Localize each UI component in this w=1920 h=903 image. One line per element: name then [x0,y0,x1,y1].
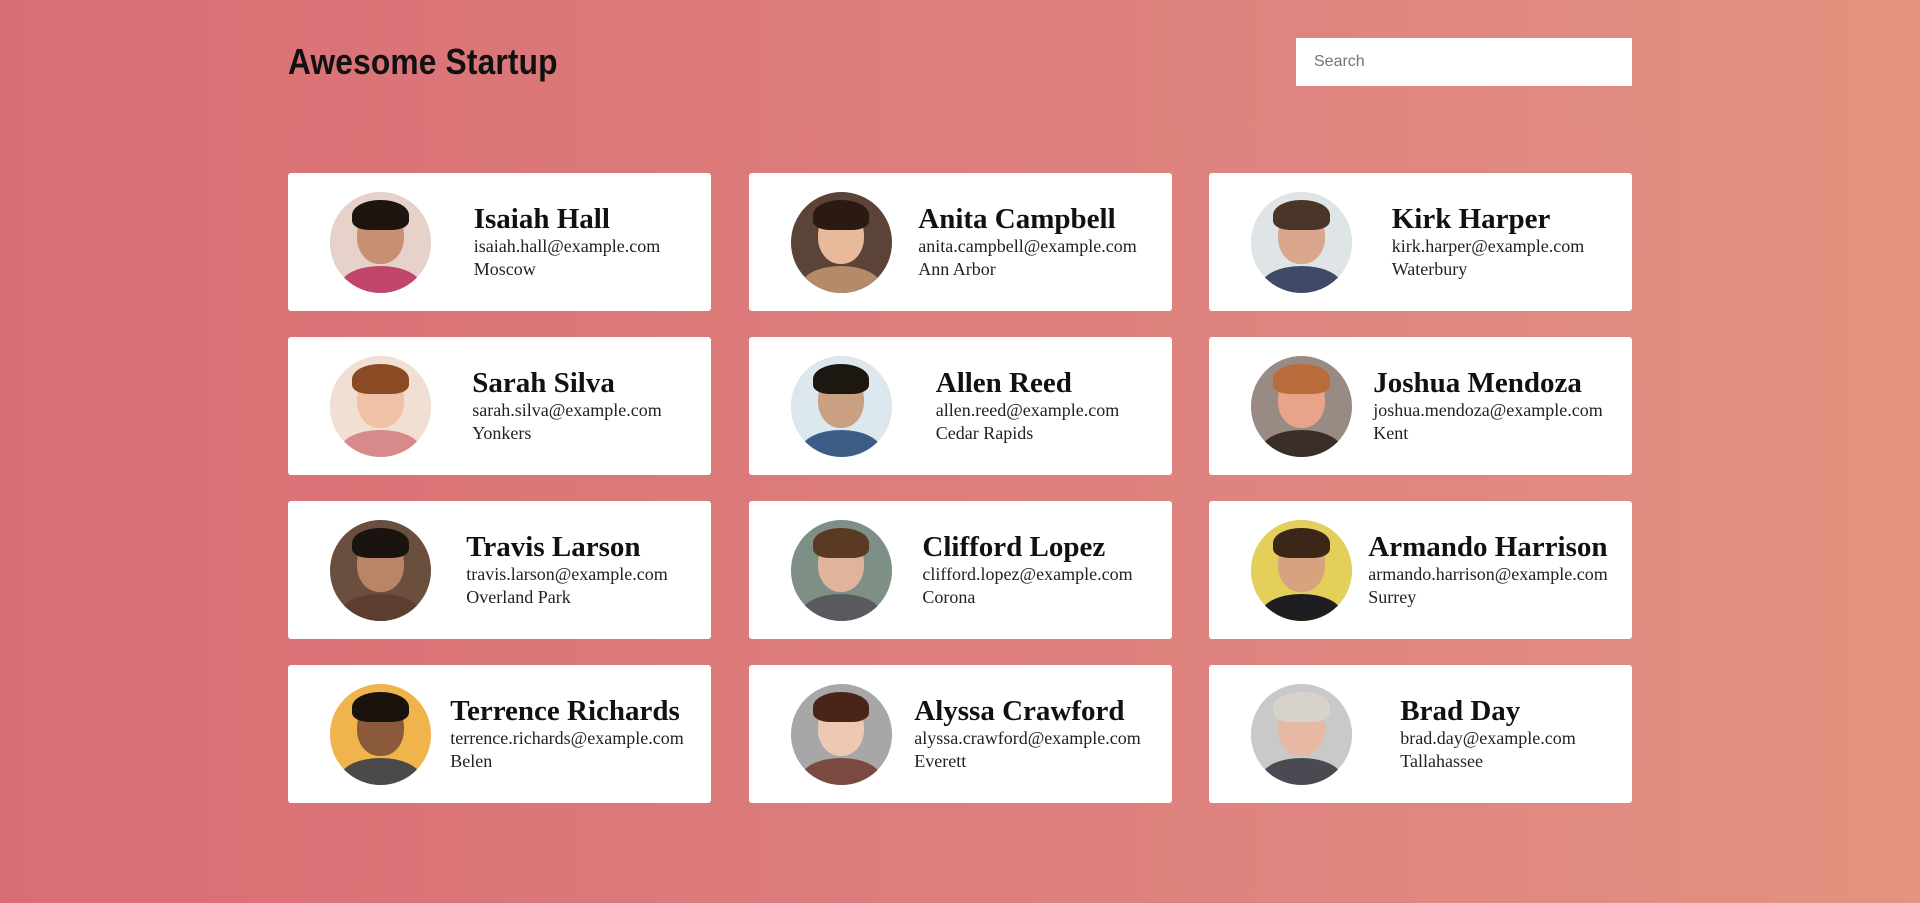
employee-city: Belen [450,751,493,771]
employee-name: Clifford Lopez [922,531,1106,563]
employee-email: terrence.richards@example.com [450,728,684,748]
avatar-hair [352,527,409,558]
employee-email: alyssa.crawford@example.com [914,728,1141,748]
employee-card[interactable]: Terrence Richards terrence.richards@exam… [288,665,711,803]
avatar-hair [1273,199,1330,230]
employee-email: anita.campbell@example.com [918,236,1137,256]
avatar [790,683,892,785]
employee-card[interactable]: Allen Reed allen.reed@example.com Cedar … [748,337,1172,475]
employee-name: Kirk Harper [1391,203,1551,235]
avatar [790,191,892,293]
employee-city: Cedar Rapids [935,423,1034,443]
employee-email: isaiah.hall@example.com [473,236,661,256]
employee-email: armando.harrison@example.com [1368,564,1608,584]
employee-name: Armando Harrison [1368,531,1608,563]
employee-city: Overland Park [466,587,571,607]
employee-name: Sarah Silva [472,367,615,399]
employee-card[interactable]: Alyssa Crawford alyssa.crawford@example.… [748,665,1172,803]
avatar-hair [352,363,409,394]
avatar-hair [352,691,409,722]
employee-info: Sarah Silva sarah.silva@example.com Yonk… [431,367,703,445]
employee-name: Joshua Mendoza [1373,367,1582,399]
employee-name: Allen Reed [935,367,1072,399]
employee-card[interactable]: Joshua Mendoza joshua.mendoza@example.co… [1209,337,1632,475]
employee-info: Terrence Richards terrence.richards@exam… [431,695,703,773]
employee-email: joshua.mendoza@example.com [1373,400,1603,420]
employee-email: allen.reed@example.com [935,400,1120,420]
employee-city: Yonkers [472,423,532,443]
avatar [330,355,431,457]
avatar [790,355,892,457]
header: Awesome Startup [288,38,1632,86]
avatar [330,519,431,621]
avatar [1251,355,1352,457]
employee-name: Brad Day [1400,695,1521,727]
avatar-hair [352,199,409,230]
employee-info: Kirk Harper kirk.harper@example.com Wate… [1352,203,1624,281]
employee-info: Clifford Lopez clifford.lopez@example.co… [892,531,1164,609]
avatar [1251,519,1352,621]
employee-card[interactable]: Armando Harrison armando.harrison@exampl… [1209,501,1632,639]
employee-grid: Isaiah Hall isaiah.hall@example.com Mosc… [288,173,1632,803]
employee-name: Terrence Richards [450,695,680,727]
avatar-hair [812,363,870,394]
employee-info: Alyssa Crawford alyssa.crawford@example.… [892,695,1164,773]
employee-email: travis.larson@example.com [466,564,668,584]
employee-name: Travis Larson [466,531,641,563]
employee-city: Moscow [473,259,536,279]
employee-city: Everett [914,751,967,771]
employee-city: Corona [922,587,976,607]
avatar [330,683,431,785]
avatar-hair [1273,527,1330,558]
avatar [1251,191,1352,293]
avatar-hair [1273,691,1330,722]
avatar-hair [812,691,870,722]
employee-info: Isaiah Hall isaiah.hall@example.com Mosc… [431,203,703,281]
employee-info: Anita Campbell anita.campbell@example.co… [892,203,1164,281]
employee-name: Alyssa Crawford [914,695,1125,727]
employee-city: Tallahassee [1400,751,1483,771]
employee-info: Travis Larson travis.larson@example.com … [431,531,703,609]
employee-email: brad.day@example.com [1400,728,1576,748]
page-title: Awesome Startup [288,41,558,82]
employee-email: kirk.harper@example.com [1391,236,1585,256]
avatar [330,191,431,293]
employee-name: Isaiah Hall [473,203,610,235]
employee-card[interactable]: Sarah Silva sarah.silva@example.com Yonk… [288,337,711,475]
employee-card[interactable]: Isaiah Hall isaiah.hall@example.com Mosc… [288,173,711,311]
employee-info: Allen Reed allen.reed@example.com Cedar … [892,367,1164,445]
avatar-hair [812,527,870,558]
employee-info: Brad Day brad.day@example.com Tallahasse… [1352,695,1624,773]
employee-card[interactable]: Travis Larson travis.larson@example.com … [288,501,711,639]
search-input[interactable] [1296,38,1632,86]
employee-email: sarah.silva@example.com [472,400,662,420]
employee-email: clifford.lopez@example.com [922,564,1133,584]
employee-city: Surrey [1368,587,1417,607]
employee-card[interactable]: Anita Campbell anita.campbell@example.co… [748,173,1172,311]
employee-card[interactable]: Kirk Harper kirk.harper@example.com Wate… [1209,173,1632,311]
avatar [790,519,892,621]
employee-city: Waterbury [1391,259,1468,279]
employee-card[interactable]: Brad Day brad.day@example.com Tallahasse… [1209,665,1632,803]
avatar-hair [1273,363,1330,394]
avatar [1251,683,1352,785]
avatar-hair [812,199,870,230]
employee-city: Ann Arbor [918,259,996,279]
employee-city: Kent [1373,423,1409,443]
employee-info: Joshua Mendoza joshua.mendoza@example.co… [1352,367,1624,445]
page: Awesome Startup Isaiah Hall isaiah.hall@… [0,0,1920,903]
employee-card[interactable]: Clifford Lopez clifford.lopez@example.co… [748,501,1172,639]
employee-info: Armando Harrison armando.harrison@exampl… [1352,531,1624,609]
employee-name: Anita Campbell [918,203,1116,235]
